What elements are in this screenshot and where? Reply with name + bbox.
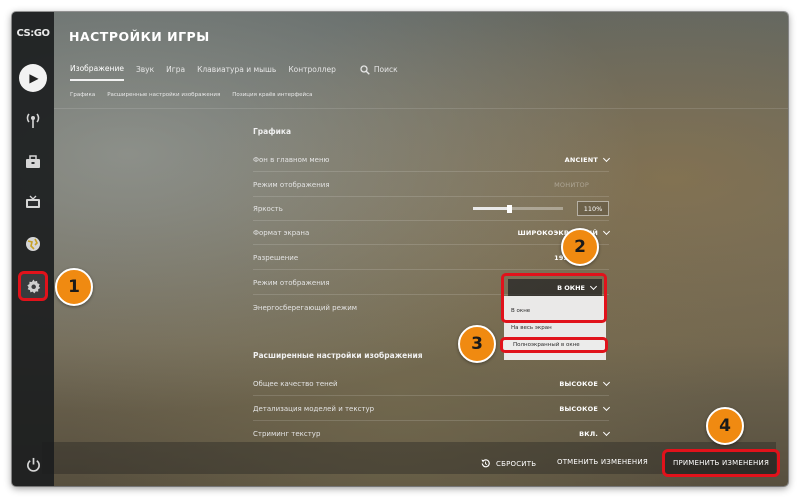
setting-value: МОНИТОР — [554, 180, 589, 189]
chevron-down-icon — [602, 403, 611, 411]
section-title-advanced: Расширенные настройки изображения — [253, 351, 423, 360]
subnav-graphics[interactable]: Графика — [70, 92, 95, 98]
setting-label: Детализация моделей и текстур — [253, 404, 375, 413]
callout-badge-4: 4 — [706, 407, 744, 445]
settings-tabs: Изображение Звук Игра Клавиатура и мышь … — [70, 64, 398, 81]
setting-label: Энергосберегающий режим — [253, 304, 358, 312]
option-fullscreen-windowed[interactable]: Полноэкранный в окне — [500, 337, 608, 353]
search-label: Поиск — [373, 65, 398, 74]
search-tab[interactable]: Поиск — [360, 64, 398, 81]
setting-value[interactable]: ВКЛ. — [579, 428, 611, 438]
chevron-down-icon — [589, 282, 598, 290]
sub-navigation: Графика Расширенные настройки изображени… — [70, 92, 313, 98]
chevron-down-icon — [602, 378, 611, 386]
globe-icon[interactable] — [19, 230, 47, 258]
reset-icon — [481, 459, 490, 468]
gear-icon[interactable] — [18, 271, 48, 301]
subnav-divider — [54, 108, 788, 109]
setting-row-resolution[interactable]: Разрешение 1920 — [253, 246, 609, 270]
tab-sound[interactable]: Звук — [136, 65, 154, 80]
chevron-down-icon — [602, 227, 611, 235]
reset-button[interactable]: СБРОСИТЬ — [480, 458, 536, 469]
briefcase-icon[interactable] — [19, 148, 47, 176]
setting-row-display-mode-disabled: Режим отображения МОНИТОР — [253, 173, 609, 197]
setting-row-aspect-ratio[interactable]: Формат экрана ШИРОКОЭКРАННЫЙ — [253, 221, 611, 245]
brightness-input[interactable]: 110% — [577, 201, 609, 216]
apply-changes-button[interactable]: ПРИМЕНИТЬ ИЗМЕНЕНИЯ — [662, 449, 780, 477]
setting-label: Формат экрана — [253, 228, 310, 237]
setting-value[interactable]: ANCIENT — [565, 154, 611, 164]
setting-row-shadow-quality[interactable]: Общее качество теней ВЫСОКОЕ — [253, 372, 611, 396]
callout-badge-2: 2 — [561, 228, 599, 266]
slider-handle[interactable] — [507, 204, 512, 213]
chevron-down-icon — [602, 428, 611, 437]
tab-keyboard-mouse[interactable]: Клавиатура и мышь — [197, 65, 276, 80]
slider-fill — [473, 207, 509, 210]
window-mode-value: В ОКНЕ — [557, 283, 585, 292]
setting-row-model-detail[interactable]: Детализация моделей и текстур ВЫСОКОЕ — [253, 397, 611, 421]
setting-row-menu-background[interactable]: Фон в главном меню ANCIENT — [253, 148, 611, 172]
setting-label: Разрешение — [253, 253, 299, 262]
cancel-changes-button[interactable]: ОТМЕНИТЬ ИЗМЕНЕНИЯ — [557, 458, 648, 466]
play-icon[interactable]: ▶ — [19, 64, 47, 92]
subnav-advanced[interactable]: Расширенные настройки изображения — [107, 92, 220, 98]
chevron-down-icon — [602, 154, 611, 162]
brightness-slider[interactable] — [473, 204, 563, 213]
setting-label: Общее качество теней — [253, 379, 338, 388]
search-icon — [360, 64, 370, 75]
setting-label: Режим отображения — [253, 180, 330, 189]
setting-label: Стриминг текстур — [253, 430, 321, 438]
section-title-graphics: Графика — [253, 127, 292, 136]
page-title: НАСТРОЙКИ ИГРЫ — [69, 29, 210, 44]
setting-value[interactable]: ВЫСОКОЕ — [559, 403, 611, 413]
left-rail: CS:GO ▶ — [12, 12, 54, 486]
subnav-interface-edges[interactable]: Позиция краёв интерфейса — [232, 92, 312, 98]
tab-image[interactable]: Изображение — [70, 64, 124, 81]
setting-label: Режим отображения — [253, 278, 330, 287]
window-mode-select[interactable]: В ОКНЕ — [501, 273, 607, 323]
setting-value[interactable]: ВЫСОКОЕ — [559, 378, 611, 388]
option-fullscreen[interactable]: На весь экран — [511, 325, 552, 331]
setting-label: Фон в главном меню — [253, 155, 330, 164]
callout-badge-3: 3 — [458, 325, 496, 363]
setting-row-brightness[interactable]: Яркость 110% — [253, 197, 609, 221]
callout-badge-1: 1 — [55, 268, 93, 306]
tv-icon[interactable] — [19, 188, 47, 216]
setting-label: Яркость — [253, 204, 283, 213]
tab-game[interactable]: Игра — [166, 65, 185, 80]
tab-controller[interactable]: Контроллер — [288, 65, 336, 80]
csgo-logo: CS:GO — [16, 28, 50, 39]
antenna-icon[interactable] — [19, 106, 47, 134]
